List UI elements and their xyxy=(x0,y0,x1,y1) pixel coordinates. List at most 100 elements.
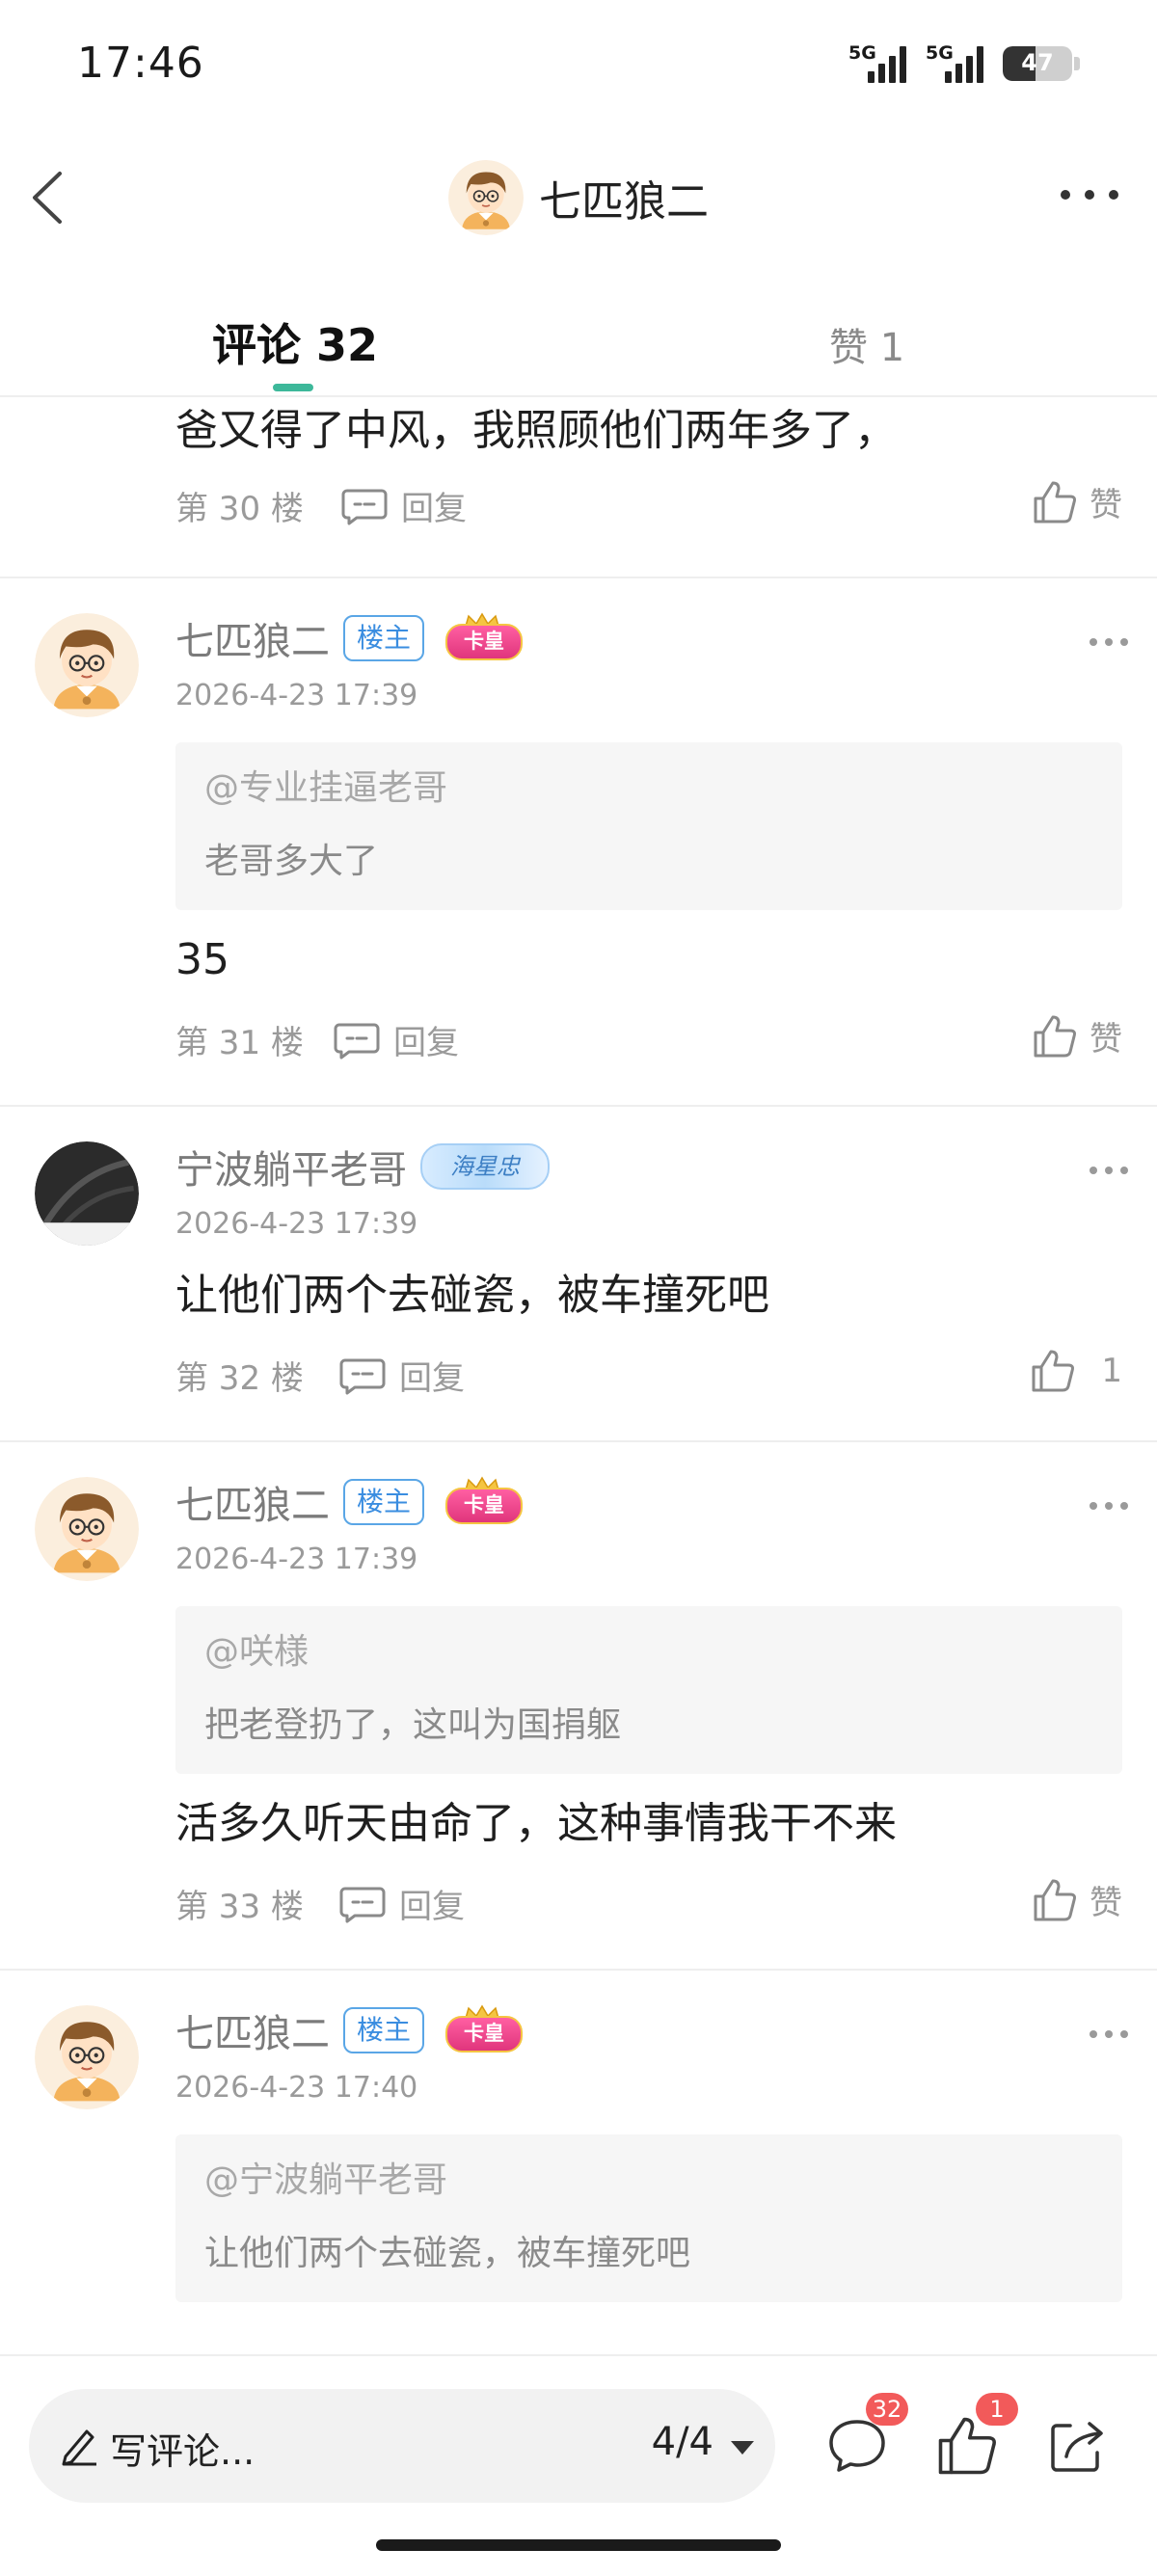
more-icon[interactable] xyxy=(1090,636,1128,648)
reply-label: 回复 xyxy=(393,1024,459,1062)
more-icon[interactable] xyxy=(1090,2028,1128,2040)
crown-badge-label: 卡皇 xyxy=(445,2016,524,2053)
quoted-comment[interactable]: @专业挂逼老哥 老哥多大了 xyxy=(175,742,1122,910)
more-icon[interactable] xyxy=(1061,183,1118,206)
avatar[interactable] xyxy=(35,1141,139,1246)
like-button[interactable]: 赞 xyxy=(1032,478,1122,525)
battery-tip xyxy=(1074,57,1080,70)
crown-badge-label: 卡皇 xyxy=(445,1488,524,1524)
timestamp: 2026-4-23 17:39 xyxy=(175,1207,418,1241)
comment-item: 爸又得了中风，我照顾他们两年多了， 第 30 楼 回复 赞 xyxy=(0,397,1157,578)
comment-item: 七匹狼二 楼主 卡皇 2026-4-23 17:39 @专业挂逼老哥 老哥多大了… xyxy=(0,578,1157,1107)
more-icon[interactable] xyxy=(1090,1165,1128,1176)
comment-footer: 第 30 楼 回复 赞 xyxy=(175,455,1122,571)
quoted-comment[interactable]: @咲様 把老登扔了，这叫为国捐躯 xyxy=(175,1606,1122,1774)
quote-text: 把老登扔了，这叫为国捐躯 xyxy=(204,1705,622,1745)
like-button[interactable]: 1 xyxy=(935,2393,1018,2478)
quote-text: 让他们两个去碰瓷，被车撞死吧 xyxy=(204,2234,691,2273)
signal-icon: 5G xyxy=(848,42,912,83)
pencil-icon xyxy=(62,2429,96,2466)
thumbs-up-icon xyxy=(1032,1013,1078,1060)
comment-item: 七匹狼二 楼主 卡皇 2026-4-23 17:39 @咲様 把老登扔了，这叫为… xyxy=(0,1442,1157,1971)
comment-count-badge: 32 xyxy=(866,2393,908,2426)
quote-user: @专业挂逼老哥 xyxy=(204,768,448,808)
write-placeholder: 写评论... xyxy=(110,2430,256,2473)
comment-text: 让他们两个去碰瓷，被车撞死吧 xyxy=(175,1271,769,1320)
crown-badge: 卡皇 xyxy=(440,612,525,664)
share-button[interactable] xyxy=(1045,2414,1109,2478)
like-count: 1 xyxy=(1101,1352,1122,1390)
comment-item: 宁波躺平老哥 海星忠 2026-4-23 17:39 让他们两个去碰瓷，被车撞死… xyxy=(0,1107,1157,1442)
fan-badge: 海星忠 xyxy=(420,1143,550,1190)
reply-icon xyxy=(341,487,388,525)
thumbs-up-icon xyxy=(1032,479,1078,525)
reply-button[interactable]: 回复 xyxy=(339,1352,465,1399)
comment-text: 活多久听天由命了，这种事情我干不来 xyxy=(175,1799,897,1848)
reply-icon xyxy=(334,1021,380,1060)
comment-text: 35 xyxy=(175,935,229,984)
tab-likes[interactable]: 赞 1 xyxy=(829,316,904,372)
comment-footer: 第 32 楼 回复 1 xyxy=(175,1325,1122,1440)
comment-list: 爸又得了中风，我照顾他们两年多了， 第 30 楼 回复 赞 七匹狼二 楼主 卡皇 xyxy=(0,397,1157,2354)
comment-button[interactable]: 32 xyxy=(825,2393,908,2478)
reply-button[interactable]: 回复 xyxy=(339,1880,465,1927)
signal-label: 5G xyxy=(926,42,954,64)
tab-indicator xyxy=(273,384,313,391)
comment-footer: 第 33 楼 回复 赞 xyxy=(175,1853,1122,1969)
reply-label: 回复 xyxy=(401,490,467,528)
avatar[interactable] xyxy=(35,613,139,717)
floor-number: 第 32 楼 xyxy=(175,1359,304,1398)
thumbs-up-icon xyxy=(1032,1877,1078,1923)
tab-comments[interactable]: 评论 32 xyxy=(212,310,378,374)
tab-bar: 评论 32 赞 1 xyxy=(0,289,1157,397)
username[interactable]: 七匹狼二 xyxy=(175,2002,330,2058)
reply-icon xyxy=(339,1356,386,1395)
comment-item: 七匹狼二 楼主 卡皇 2026-4-23 17:40 @宁波躺平老哥 让他们两个… xyxy=(0,1971,1157,2302)
quoted-comment[interactable]: @宁波躺平老哥 让他们两个去碰瓷，被车撞死吧 xyxy=(175,2134,1122,2302)
owner-badge: 楼主 xyxy=(343,2007,425,2053)
username[interactable]: 七匹狼二 xyxy=(175,1474,330,1530)
comment-footer: 第 31 楼 回复 赞 xyxy=(175,989,1122,1105)
like-button[interactable]: 赞 xyxy=(1032,1876,1122,1923)
like-label: 赞 xyxy=(1090,486,1122,524)
quote-user: @宁波躺平老哥 xyxy=(204,2160,448,2200)
battery-level: 47 xyxy=(1021,49,1054,76)
signal-icon: 5G xyxy=(926,42,989,83)
avatar[interactable] xyxy=(35,1477,139,1581)
share-icon xyxy=(1051,2422,1103,2472)
page-title: 七匹狼二 xyxy=(539,177,709,227)
avatar[interactable] xyxy=(35,2005,139,2109)
write-comment-input[interactable]: 写评论... 4/4 xyxy=(29,2389,775,2503)
more-icon[interactable] xyxy=(1090,1500,1128,1512)
avatar xyxy=(448,160,524,235)
status-icons: 5G 5G 47 xyxy=(848,42,1080,83)
reply-button[interactable]: 回复 xyxy=(341,482,467,529)
thumbs-up-icon xyxy=(1030,1348,1076,1394)
reply-button[interactable]: 回复 xyxy=(334,1016,459,1063)
quote-user: @咲様 xyxy=(204,1632,309,1672)
reply-label: 回复 xyxy=(399,1359,465,1398)
status-bar: 17:46 5G 5G 47 xyxy=(0,0,1157,135)
timestamp: 2026-4-23 17:40 xyxy=(175,2071,418,2105)
username[interactable]: 宁波躺平老哥 xyxy=(175,1139,407,1194)
like-label: 赞 xyxy=(1090,1020,1122,1059)
timestamp: 2026-4-23 17:39 xyxy=(175,1543,418,1576)
like-button[interactable]: 1 xyxy=(1030,1348,1122,1394)
header-user[interactable]: 七匹狼二 xyxy=(0,160,1157,235)
crown-badge-label: 卡皇 xyxy=(445,624,524,660)
like-button[interactable]: 赞 xyxy=(1032,1012,1122,1060)
header: 七匹狼二 xyxy=(0,135,1157,260)
reply-label: 回复 xyxy=(399,1888,465,1926)
home-indicator[interactable] xyxy=(376,2539,781,2551)
like-label: 赞 xyxy=(1090,1884,1122,1922)
status-time: 17:46 xyxy=(77,39,204,88)
page-indicator[interactable]: 4/4 xyxy=(652,2420,713,2464)
like-count-badge: 1 xyxy=(976,2393,1018,2426)
timestamp: 2026-4-23 17:39 xyxy=(175,679,418,712)
signal-label: 5G xyxy=(848,42,876,64)
owner-badge: 楼主 xyxy=(343,615,425,661)
username[interactable]: 七匹狼二 xyxy=(175,610,330,666)
reply-icon xyxy=(339,1885,386,1923)
chevron-down-icon[interactable] xyxy=(731,2441,754,2455)
floor-number: 第 30 楼 xyxy=(175,490,304,528)
